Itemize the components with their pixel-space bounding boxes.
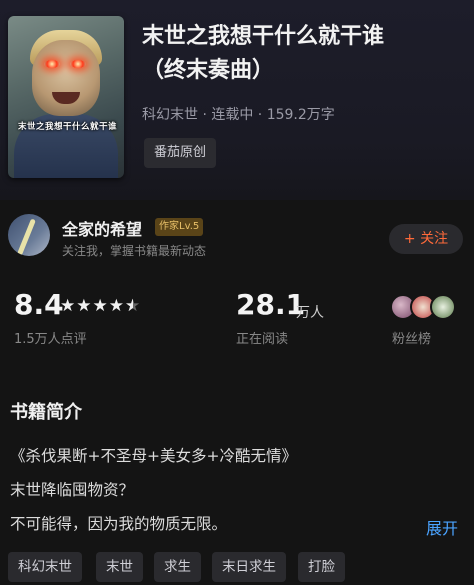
star-icon: ★ xyxy=(76,296,93,316)
intro-line: 不可能得，因为我的物质无限。 xyxy=(10,515,228,533)
follow-button[interactable]: + 关注 xyxy=(389,224,463,254)
fan-avatars[interactable] xyxy=(390,294,460,322)
tag-chip[interactable]: 科幻末世 xyxy=(8,552,82,582)
cover-glowing-eye xyxy=(70,60,86,68)
reading-count: 28.1 xyxy=(236,288,306,321)
expand-button[interactable]: 展开 xyxy=(426,515,458,539)
reading-unit: 万人 xyxy=(296,305,324,321)
star-icon: ★ xyxy=(92,296,109,316)
book-meta: 科幻末世 · 连载中 · 159.2万字 xyxy=(142,107,335,123)
star-icon: ★ xyxy=(108,296,125,316)
fans-ranking-link[interactable]: 粉丝榜 xyxy=(392,328,431,347)
book-title-main: 末世之我想干什么就干谁 xyxy=(142,24,385,49)
book-title: 末世之我想干什么就干谁 （终末奏曲） xyxy=(142,20,462,88)
book-cover[interactable]: 末世之我想干什么就干谁 xyxy=(8,16,124,178)
fan-avatar xyxy=(430,294,456,320)
star-icon: ★ xyxy=(60,296,77,316)
rating-stars: ★★★★★ xyxy=(60,296,141,316)
author-avatar[interactable] xyxy=(8,214,50,256)
avatar-brush-icon xyxy=(17,218,36,256)
book-title-sub: （终末奏曲） xyxy=(142,58,275,83)
source-badge[interactable]: 番茄原创 xyxy=(144,138,217,168)
author-name[interactable]: 全家的希望 xyxy=(62,216,142,240)
cover-title: 末世之我想干什么就干谁 xyxy=(18,122,118,132)
rating-count[interactable]: 1.5万人点评 xyxy=(14,328,87,347)
tag-chip[interactable]: 打脸 xyxy=(298,552,345,582)
tag-chip[interactable]: 末世 xyxy=(96,552,143,582)
intro-line: 《杀伐果断+不圣母+美女多+冷酷无情》 xyxy=(10,447,297,465)
tag-chip[interactable]: 求生 xyxy=(154,552,201,582)
author-subtitle: 关注我，掌握书籍最新动态 xyxy=(62,244,207,258)
stats-row: 8.4 ★★★★★ 1.5万人点评 28.1 万人 正在阅读 粉丝榜 xyxy=(0,288,474,358)
cover-figure-face xyxy=(32,40,100,116)
rating-score: 8.4 xyxy=(14,288,64,321)
intro-heading: 书籍简介 xyxy=(10,402,82,423)
tag-chip[interactable]: 末日求生 xyxy=(212,552,286,582)
cover-glowing-eye xyxy=(44,60,60,68)
reading-label: 正在阅读 xyxy=(236,332,289,347)
intro-line: 末世降临囤物资？ xyxy=(10,481,135,499)
half-star-icon: ★ xyxy=(125,296,141,316)
author-level-badge: 作家Lv.5 xyxy=(155,218,204,236)
author-row[interactable]: 全家的希望 作家Lv.5 关注我，掌握书籍最新动态 + 关注 xyxy=(0,210,474,268)
